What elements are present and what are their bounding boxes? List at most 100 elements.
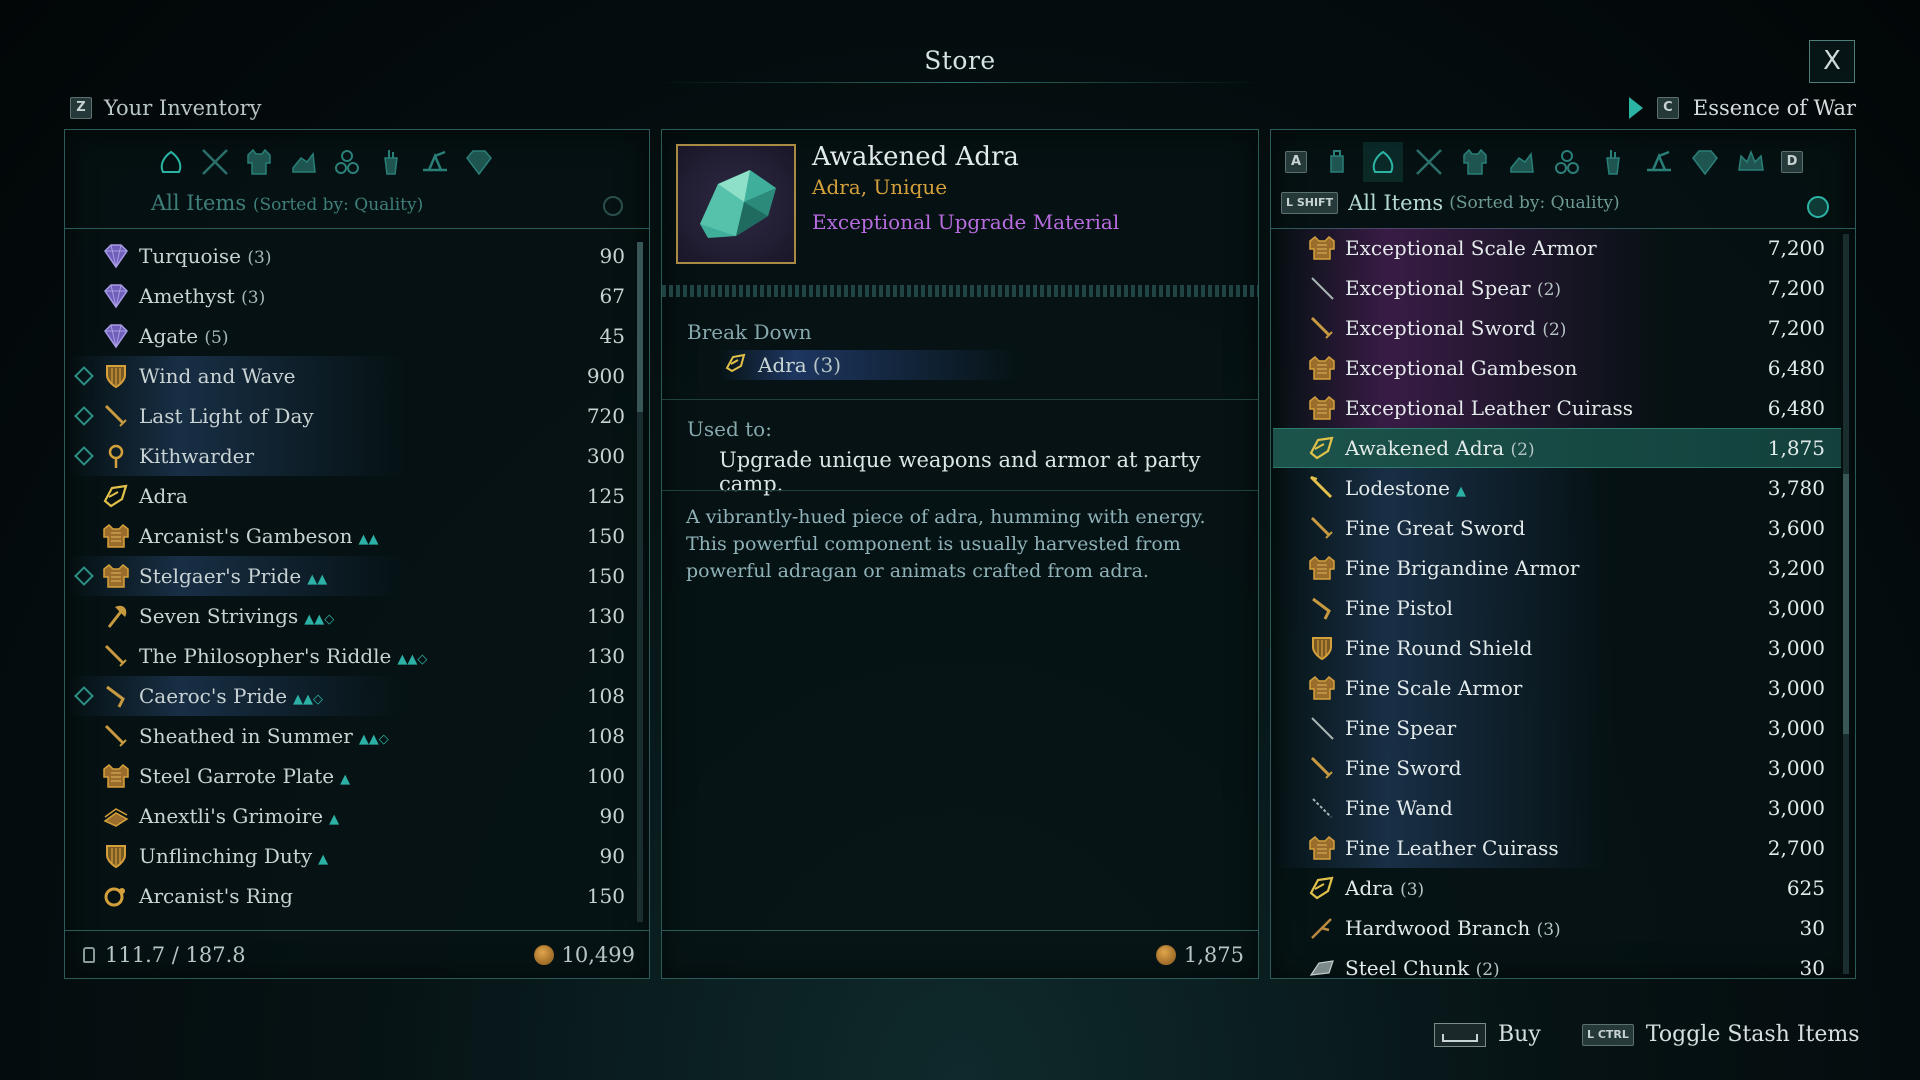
vendor-row[interactable]: Exceptional Spear (2) 7,200 [1273, 268, 1841, 308]
accessories-category-tab[interactable] [327, 142, 367, 182]
inventory-row[interactable]: Anextli's Grimoire ▲ 90 [67, 796, 635, 836]
inventory-row[interactable]: The Philosopher's Riddle ▲▲◇ 130 [67, 636, 635, 676]
inventory-row[interactable]: Caeroc's Pride ▲▲◇ 108 [67, 676, 635, 716]
item-name: Exceptional Scale Armor [1345, 236, 1597, 260]
accessories-category-tab[interactable] [1547, 142, 1587, 182]
inventory-row[interactable]: Amethyst (3) 67 [67, 276, 635, 316]
vendor-row[interactable]: Fine Round Shield 3,000 [1273, 628, 1841, 668]
vendor-row[interactable]: Lodestone ▲ 3,780 [1273, 468, 1841, 508]
potion-category-tab[interactable] [1317, 142, 1357, 182]
weapons-category-tab[interactable] [1409, 142, 1449, 182]
upgrade-badge: ▲▲◇ [358, 732, 389, 747]
gems-category-tab[interactable] [459, 142, 499, 182]
inventory-row[interactable]: Steel Garrote Plate ▲ 100 [67, 756, 635, 796]
inventory-row[interactable]: Last Light of Day 720 [67, 396, 635, 436]
used-to-label: Used to: [687, 417, 772, 441]
item-name: Fine Pistol [1345, 596, 1453, 620]
vendor-row[interactable]: Exceptional Leather Cuirass 6,480 [1273, 388, 1841, 428]
vendor-row[interactable]: Fine Brigandine Armor 3,200 [1273, 548, 1841, 588]
vendor-header: C Essence of War [1628, 96, 1856, 120]
inventory-row[interactable]: Stelgaer's Pride ▲▲ 150 [67, 556, 635, 596]
consumables-category-tab[interactable] [371, 142, 411, 182]
vendor-scroll-thumb[interactable] [1843, 474, 1849, 734]
a-key[interactable]: A [1285, 151, 1307, 173]
item-price: 3,000 [1767, 636, 1825, 660]
vendor-row[interactable]: Fine Sword 3,000 [1273, 748, 1841, 788]
inventory-row[interactable]: Arcanist's Gambeson ▲▲ 150 [67, 516, 635, 556]
inventory-row[interactable]: Turquoise (3) 90 [67, 236, 635, 276]
ingredients-category-tab[interactable] [415, 142, 455, 182]
ingredients-category-tab[interactable] [1639, 142, 1679, 182]
armor-icon [101, 761, 131, 791]
divider [65, 228, 649, 229]
inventory-row[interactable]: Seven Strivings ▲▲◇ 130 [67, 596, 635, 636]
item-portrait [676, 144, 796, 264]
shield-category-tab[interactable] [1501, 142, 1541, 182]
lodestone-icon [1307, 473, 1337, 503]
inventory-row[interactable]: Wind and Wave 900 [67, 356, 635, 396]
inventory-row[interactable]: Kithwarder 300 [67, 436, 635, 476]
vendor-row[interactable]: Fine Scale Armor 3,000 [1273, 668, 1841, 708]
vendor-row[interactable]: Fine Spear 3,000 [1273, 708, 1841, 748]
buy-hint[interactable]: Buy [1434, 1022, 1541, 1047]
toggle-stash-hint[interactable]: L CTRL Toggle Stash Items [1582, 1022, 1860, 1047]
inventory-label: Your Inventory [104, 96, 262, 120]
gems-category-tab[interactable] [1685, 142, 1725, 182]
vendor-row-selected[interactable]: Awakened Adra (2) 1,875 [1273, 428, 1841, 468]
close-button[interactable]: X [1809, 40, 1855, 83]
vendor-row[interactable]: Adra (3) 625 [1273, 868, 1841, 908]
upgrade-badge: ▲ [318, 852, 329, 867]
upgrade-badge: ▲ [329, 812, 340, 827]
inventory-scrollbar[interactable] [637, 242, 643, 922]
item-name: Arcanist's Ring [139, 884, 293, 908]
item-price: 6,480 [1767, 396, 1825, 420]
armor-category-tab[interactable] [239, 142, 279, 182]
vendor-row[interactable]: Exceptional Sword (2) 7,200 [1273, 308, 1841, 348]
all-items-category-tab[interactable] [1363, 142, 1403, 182]
inventory-sort-label[interactable]: All Items (Sorted by: Quality) [151, 191, 423, 215]
inventory-row[interactable]: Unflinching Duty ▲ 90 [67, 836, 635, 876]
crown-category-tab[interactable] [1731, 142, 1771, 182]
vendor-row[interactable]: Exceptional Scale Armor 7,200 [1273, 228, 1841, 268]
vendor-row[interactable]: Fine Great Sword 3,600 [1273, 508, 1841, 548]
inventory-row[interactable]: Adra 125 [67, 476, 635, 516]
item-name: Fine Wand [1345, 796, 1453, 820]
item-name: Fine Scale Armor [1345, 676, 1523, 700]
inventory-row[interactable]: Agate (5) 45 [67, 316, 635, 356]
all-items-category-tab[interactable] [151, 142, 191, 182]
item-name: Fine Spear [1345, 716, 1457, 740]
vendor-row[interactable]: Fine Pistol 3,000 [1273, 588, 1841, 628]
item-price: 3,200 [1767, 556, 1825, 580]
shield-category-tab[interactable] [283, 142, 323, 182]
filter-gear-icon[interactable] [603, 196, 623, 216]
vendor-row[interactable]: Fine Leather Cuirass 2,700 [1273, 828, 1841, 868]
sword-icon [101, 721, 131, 751]
d-key[interactable]: D [1781, 151, 1803, 173]
adra-icon [101, 481, 131, 511]
toggle-stash-label: Toggle Stash Items [1645, 1022, 1860, 1047]
favorite-icon [74, 446, 94, 466]
consumables-category-tab[interactable] [1593, 142, 1633, 182]
pistol-icon [1307, 593, 1337, 623]
vendor-sort-label[interactable]: L SHIFT All Items (Sorted by: Quality) [1281, 191, 1620, 215]
item-price: 1,875 [1183, 942, 1244, 967]
inventory-scroll-thumb[interactable] [637, 242, 643, 412]
inventory-row[interactable]: Arcanist's Ring 150 [67, 876, 635, 916]
item-price: 3,000 [1767, 596, 1825, 620]
item-type: Exceptional Upgrade Material [812, 210, 1120, 234]
item-value: 90 [599, 804, 625, 828]
vendor-row[interactable]: Exceptional Gambeson 6,480 [1273, 348, 1841, 388]
inventory-row[interactable]: Sheathed in Summer ▲▲◇ 108 [67, 716, 635, 756]
vendor-row[interactable]: Fine Wand 3,000 [1273, 788, 1841, 828]
armor-category-tab[interactable] [1455, 142, 1495, 182]
item-value: 108 [586, 724, 625, 748]
filter-gear-icon[interactable] [1807, 196, 1829, 218]
vendor-row[interactable]: Hardwood Branch (3) 30 [1273, 908, 1841, 948]
adra-icon [1307, 873, 1337, 903]
vendor-row[interactable]: Steel Chunk (2) 30 [1273, 948, 1841, 980]
weight-value: 111.7 / 187.8 [105, 942, 246, 967]
vendor-scrollbar[interactable] [1843, 234, 1849, 974]
weapons-category-tab[interactable] [195, 142, 235, 182]
grimoire-icon [101, 801, 131, 831]
item-name: Exceptional Gambeson [1345, 356, 1578, 380]
